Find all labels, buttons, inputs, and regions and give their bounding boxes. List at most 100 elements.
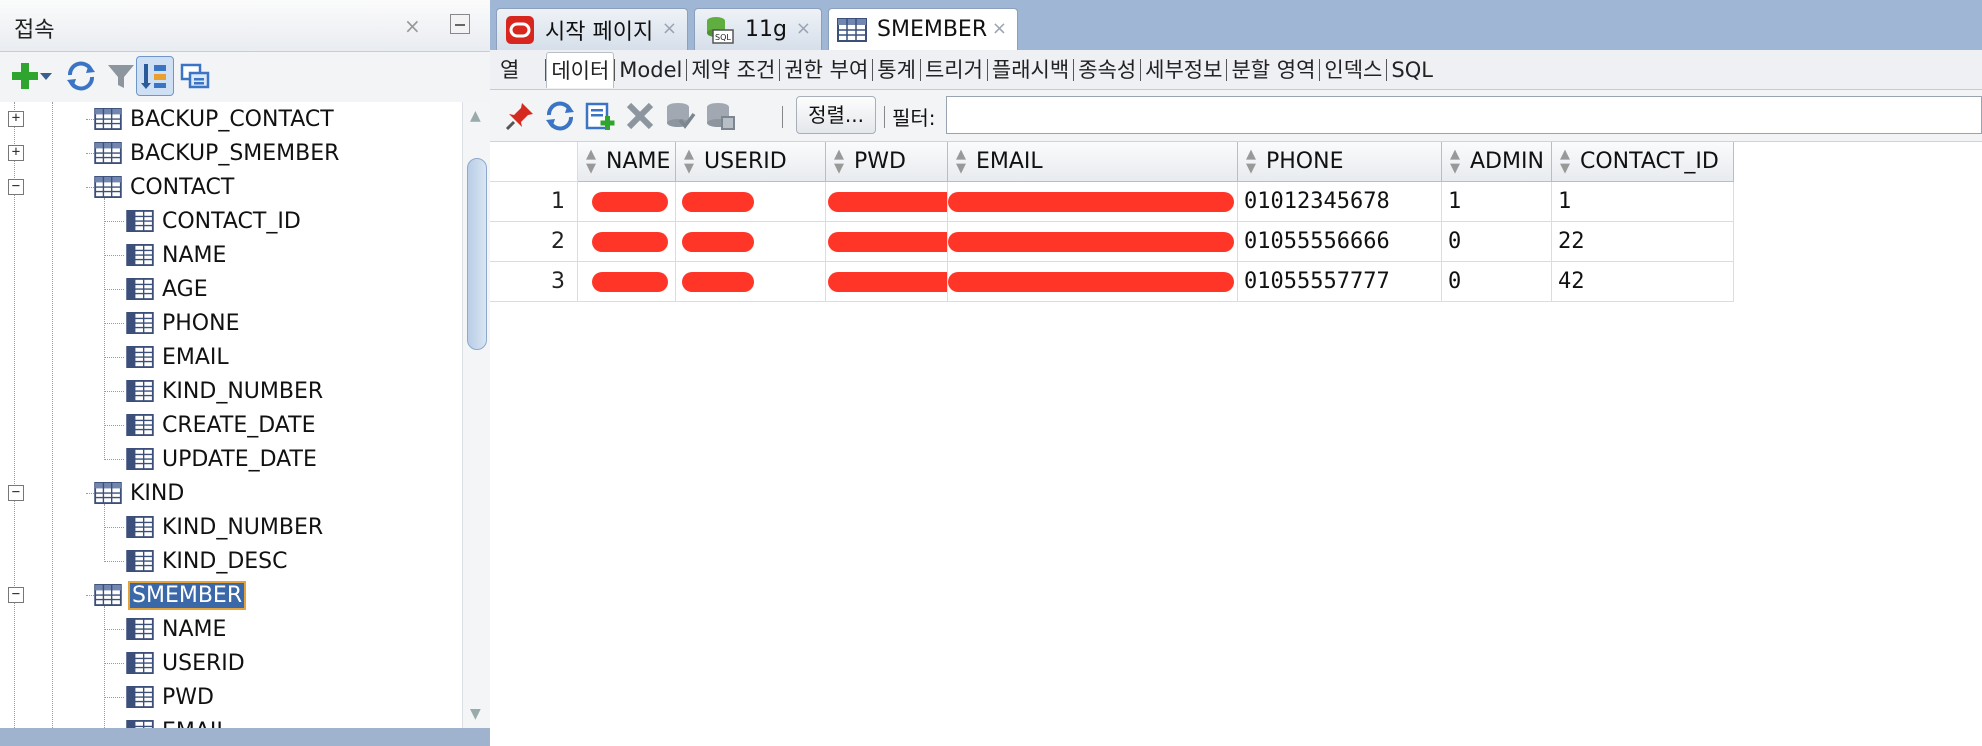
table-cell[interactable]: 0 [1442, 262, 1552, 302]
tree-column-node[interactable]: CREATE_DATE [104, 408, 315, 442]
tree-column-node[interactable]: PHONE [104, 306, 239, 340]
table-row[interactable]: 2 01055556666 0 22 [490, 222, 1734, 262]
column-header[interactable]: ▲ ▼ EMAIL [948, 142, 1238, 182]
sub-tab[interactable]: Model [615, 52, 686, 88]
scroll-down-icon[interactable]: ▼ [470, 706, 481, 722]
minimize-icon[interactable] [450, 14, 470, 34]
table-cell[interactable] [676, 182, 826, 222]
table-cell[interactable]: 01055556666 [1238, 222, 1442, 262]
tree-table-node[interactable]: − KIND [8, 476, 184, 510]
collapse-icon[interactable]: − [8, 485, 24, 501]
tab-smember[interactable]: SMEMBER × [828, 8, 1018, 50]
tree-column-node[interactable]: PWD [104, 680, 214, 714]
delete-row-icon[interactable] [622, 98, 658, 134]
refresh-icon[interactable] [62, 56, 100, 96]
table-cell[interactable] [948, 182, 1238, 222]
expand-icon[interactable]: + [8, 111, 24, 127]
sort-indicator-icon[interactable]: ▲ ▼ [1448, 148, 1462, 176]
tree-column-node[interactable]: NAME [104, 612, 226, 646]
close-icon[interactable]: × [992, 18, 1007, 39]
sub-tab[interactable]: 열 [496, 52, 523, 88]
schema-browser-icon[interactable] [136, 56, 174, 96]
table-cell[interactable] [826, 182, 948, 222]
column-header[interactable]: ▲ ▼ USERID [676, 142, 826, 182]
tree-column-node[interactable]: CONTACT_ID [104, 204, 301, 238]
tree-column-node[interactable]: NAME [104, 238, 226, 272]
tree-table-node[interactable]: + BACKUP_CONTACT [8, 102, 334, 136]
sub-tab[interactable]: 권한 부여 [780, 52, 872, 88]
table-cell[interactable] [676, 222, 826, 262]
table-cell[interactable] [826, 262, 948, 302]
sub-tab[interactable]: 데이터 [546, 51, 615, 88]
table-cell[interactable] [578, 222, 676, 262]
sub-tab[interactable]: 트리거 [921, 52, 987, 88]
tree-column-node[interactable]: UPDATE_DATE [104, 442, 317, 476]
sub-tab[interactable]: 종속성 [1074, 52, 1140, 88]
tree-column-node[interactable]: KIND_DESC [104, 544, 287, 578]
tab-11g[interactable]: SQL 11g × [694, 8, 822, 50]
tree-column-node[interactable]: EMAIL [104, 340, 229, 374]
sort-indicator-icon[interactable]: ▲ ▼ [682, 148, 696, 176]
collapse-icon[interactable]: − [8, 587, 24, 603]
scroll-up-icon[interactable]: ▲ [470, 108, 481, 124]
tree-column-node[interactable]: USERID [104, 646, 245, 680]
table-cell[interactable] [948, 222, 1238, 262]
table-cell[interactable] [676, 262, 826, 302]
sub-tab[interactable]: 통계 [873, 52, 920, 88]
filter-input[interactable] [946, 96, 1982, 134]
manage-icon[interactable] [176, 56, 214, 96]
table-cell[interactable] [578, 262, 676, 302]
insert-row-icon[interactable] [582, 98, 618, 134]
collapse-icon[interactable]: − [8, 179, 24, 195]
tab-start-page[interactable]: 시작 페이지 × [496, 8, 688, 50]
close-icon[interactable]: × [796, 18, 811, 39]
table-cell[interactable]: 1 [1552, 182, 1734, 222]
sort-indicator-icon[interactable]: ▲ ▼ [1244, 148, 1258, 176]
column-header[interactable]: ▲ ▼ ADMIN [1442, 142, 1552, 182]
filter-icon[interactable] [102, 56, 140, 96]
table-cell[interactable]: 01012345678 [1238, 182, 1442, 222]
vertical-scrollbar[interactable]: ▲ ▼ [462, 102, 490, 728]
close-icon[interactable]: × [662, 18, 677, 39]
table-cell[interactable]: 22 [1552, 222, 1734, 262]
tree-table-node[interactable]: − CONTACT [8, 170, 234, 204]
dropdown-arrow-icon[interactable] [34, 56, 58, 96]
sort-indicator-icon[interactable]: ▲ ▼ [1558, 148, 1572, 176]
tree-column-node[interactable]: EMAIL [126, 714, 229, 728]
table-row[interactable]: 3 01055557777 0 42 [490, 262, 1734, 302]
refresh-icon[interactable] [542, 98, 578, 134]
expand-icon[interactable]: + [8, 145, 24, 161]
tree-column-node[interactable]: KIND_NUMBER [104, 510, 323, 544]
sub-tab[interactable]: 분할 영역 [1227, 52, 1319, 88]
sub-tab[interactable]: 플래시백 [988, 52, 1073, 88]
scrollbar-thumb[interactable] [467, 158, 487, 350]
sub-tab[interactable]: 제약 조건 [687, 52, 779, 88]
column-header[interactable]: ▲ ▼ NAME [578, 142, 676, 182]
sort-indicator-icon[interactable]: ▲ ▼ [832, 148, 846, 176]
table-cell[interactable]: 1 [1442, 182, 1552, 222]
tree-table-node[interactable]: − SMEMBER [8, 578, 247, 612]
table-cell[interactable] [578, 182, 676, 222]
table-cell[interactable]: 42 [1552, 262, 1734, 302]
column-header[interactable]: ▲ ▼ PWD [826, 142, 948, 182]
column-header[interactable]: ▲ ▼ PHONE [1238, 142, 1442, 182]
close-icon[interactable]: × [404, 14, 421, 38]
table-cell[interactable] [826, 222, 948, 262]
table-cell[interactable] [948, 262, 1238, 302]
tree-column-node[interactable]: KIND_NUMBER [104, 374, 323, 408]
table-row[interactable]: 1 01012345678 1 1 [490, 182, 1734, 222]
rollback-icon[interactable] [702, 98, 738, 134]
sort-indicator-icon[interactable]: ▲ ▼ [954, 148, 968, 176]
table-cell[interactable]: 0 [1442, 222, 1552, 262]
column-header[interactable]: ▲ ▼ CONTACT_ID [1552, 142, 1734, 182]
table-cell[interactable]: 01055557777 [1238, 262, 1442, 302]
commit-icon[interactable] [662, 98, 698, 134]
sort-button[interactable]: 정렬... [796, 96, 876, 134]
pin-icon[interactable] [502, 98, 538, 134]
sub-tab[interactable]: 인덱스 [1320, 52, 1386, 88]
tree-table-node[interactable]: + BACKUP_SMEMBER [8, 136, 339, 170]
sub-tab[interactable]: 세부정보 [1141, 52, 1226, 88]
sort-indicator-icon[interactable]: ▲ ▼ [584, 148, 598, 176]
sub-tab[interactable]: SQL [1387, 52, 1437, 88]
tree-column-node[interactable]: AGE [104, 272, 208, 306]
